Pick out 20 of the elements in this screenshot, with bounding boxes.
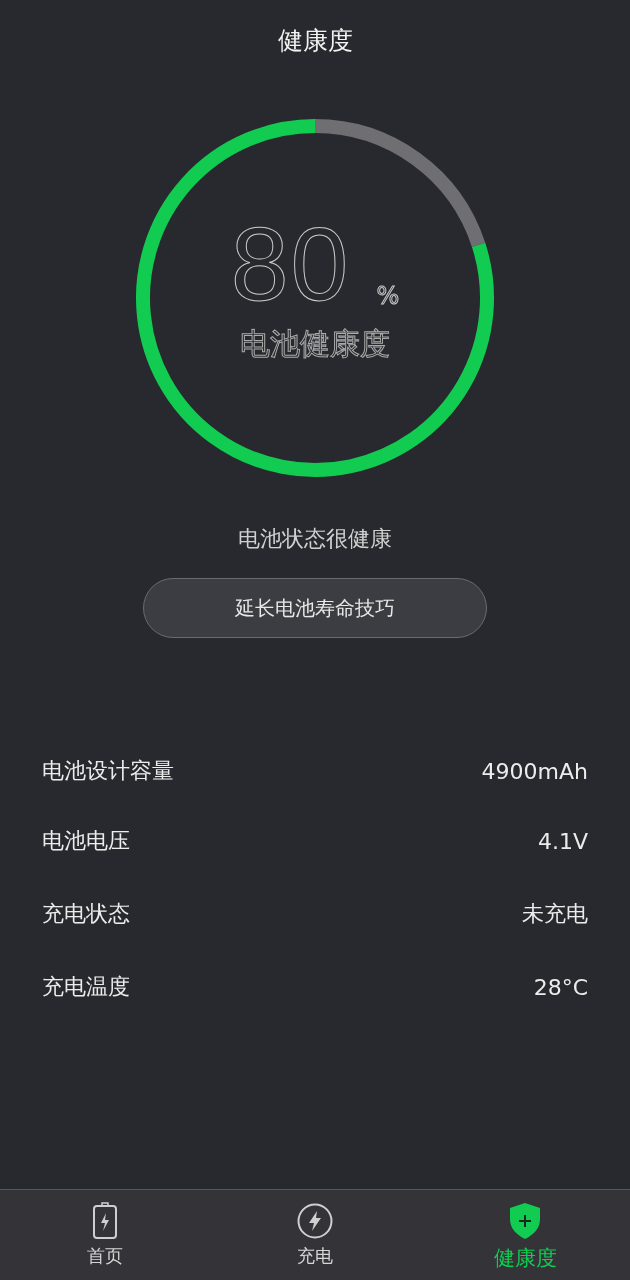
nav-tab[interactable]: 首页 — [0, 1190, 210, 1280]
battery-icon — [92, 1202, 118, 1240]
nav-tab[interactable]: 充电 — [210, 1190, 420, 1280]
detail-label: 电池电压 — [42, 827, 130, 855]
detail-value: 未充电 — [522, 900, 588, 928]
detail-label: 电池设计容量 — [42, 757, 174, 785]
nav-tab[interactable]: 健康度 — [420, 1190, 630, 1280]
detail-label: 充电温度 — [42, 973, 130, 1001]
detail-value: 28°C — [533, 974, 588, 1000]
detail-label: 充电状态 — [42, 900, 130, 928]
status-text: 电池状态很健康 — [237, 525, 393, 553]
screen-title: 健康度 — [276, 25, 354, 57]
lightning-icon — [296, 1202, 334, 1240]
shield-plus-icon — [508, 1202, 542, 1240]
detail-value: 4.1V — [537, 828, 588, 854]
health-value: 80 — [230, 211, 351, 316]
gauge-label: 电池健康度 — [240, 324, 390, 363]
detail-value: 4900mAh — [481, 758, 588, 784]
percent-unit: % — [376, 281, 400, 310]
tips-button[interactable]: 延长电池寿命技巧 — [143, 578, 487, 638]
